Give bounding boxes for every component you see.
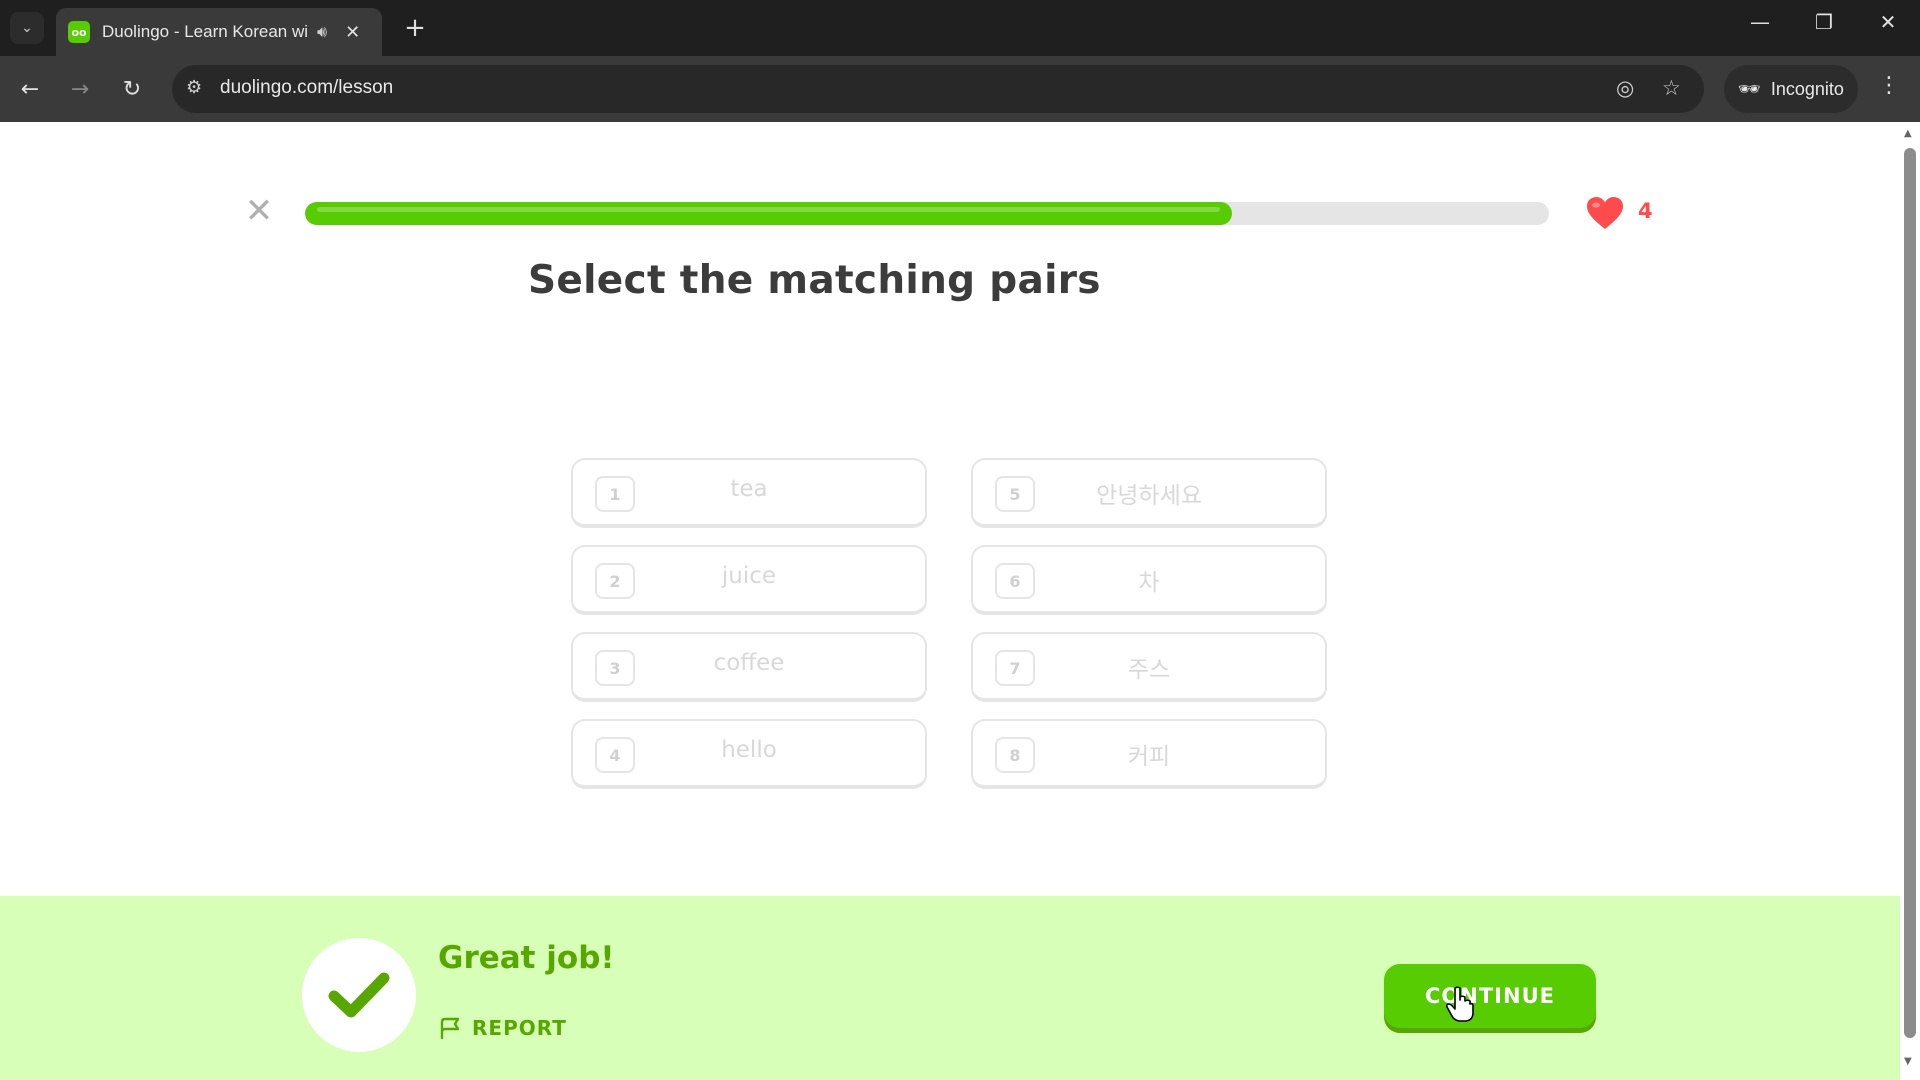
restore-button[interactable]: ❐: [1804, 10, 1844, 34]
pair-text: 차: [1138, 570, 1160, 596]
pair-number: 5: [995, 476, 1035, 512]
new-tab-button[interactable]: +: [398, 12, 432, 44]
eye-off-icon[interactable]: ◎: [1616, 76, 1634, 100]
pair-number: 4: [595, 737, 635, 773]
pair-text: 안녕하세요: [1096, 483, 1202, 509]
pair-text: tea: [730, 476, 768, 502]
pair-text: coffee: [713, 650, 785, 676]
tab-search-button[interactable]: ⌄: [10, 12, 44, 44]
pair-option-right-7[interactable]: 7 주스: [971, 632, 1327, 702]
reload-icon: ↻: [122, 76, 142, 102]
lesson-progress-bar: [305, 202, 1549, 225]
back-button[interactable]: ←: [14, 73, 46, 105]
browser-toolbar: ← → ↻ ⚙ duolingo.com/lesson ◎ ☆ 🕶︎ Incog…: [0, 56, 1920, 122]
scroll-down-icon[interactable]: ▼: [1904, 1056, 1912, 1067]
pair-option-right-8[interactable]: 8 커피: [971, 719, 1327, 789]
pair-option-left-2[interactable]: 2 juice: [571, 545, 927, 615]
forward-button[interactable]: →: [64, 73, 96, 105]
close-window-button[interactable]: ✕: [1868, 10, 1908, 34]
minimize-icon: —: [1750, 10, 1770, 34]
scrollbar-thumb[interactable]: [1904, 148, 1916, 1038]
plus-icon: +: [404, 13, 426, 43]
flag-icon: [440, 1017, 460, 1040]
hand-pointer-cursor-icon: [1446, 986, 1474, 1022]
pair-option-left-1[interactable]: 1 tea: [571, 458, 927, 528]
tab-title: Duolingo - Learn Korean wi: [102, 22, 307, 41]
pair-text: juice: [721, 563, 777, 589]
address-bar[interactable]: ⚙ duolingo.com/lesson ◎ ☆: [172, 65, 1704, 113]
pair-option-right-5[interactable]: 5 안녕하세요: [971, 458, 1327, 528]
report-button[interactable]: REPORT: [438, 1016, 567, 1040]
close-icon: ✕: [1879, 10, 1897, 34]
chevron-down-icon: ⌄: [21, 20, 33, 36]
restore-icon: ❐: [1815, 10, 1833, 34]
more-vertical-icon: ⋮: [1878, 73, 1900, 98]
pair-number: 2: [595, 563, 635, 599]
progress-shine: [317, 207, 1220, 212]
continue-button[interactable]: CONTINUE: [1384, 964, 1596, 1028]
browser-menu-button[interactable]: ⋮: [1876, 73, 1902, 98]
pair-text: hello: [721, 737, 777, 763]
browser-tab-bar: ⌄ oo Duolingo - Learn Korean wi 🔊︎ ✕ + —…: [0, 0, 1920, 56]
exercise-prompt: Select the matching pairs: [528, 258, 1101, 303]
pair-option-left-4[interactable]: 4 hello: [571, 719, 927, 789]
continue-label: CONTINUE: [1425, 984, 1555, 1008]
quit-lesson-button[interactable]: ✕: [244, 194, 274, 228]
reload-button[interactable]: ↻: [116, 73, 148, 105]
pair-number: 3: [595, 650, 635, 686]
report-label: REPORT: [472, 1016, 567, 1040]
star-icon[interactable]: ☆: [1662, 76, 1681, 100]
heart-icon: [1587, 197, 1623, 229]
hearts-count: 4: [1638, 199, 1653, 223]
scroll-up-icon[interactable]: ▲: [1904, 128, 1912, 139]
pair-number: 6: [995, 563, 1035, 599]
pair-number: 8: [995, 737, 1035, 773]
pair-number: 1: [595, 476, 635, 512]
pair-option-right-6[interactable]: 6 차: [971, 545, 1327, 615]
speaker-icon[interactable]: 🔊︎: [317, 22, 327, 42]
close-tab-icon[interactable]: ✕: [345, 22, 360, 43]
close-icon: ✕: [244, 191, 274, 231]
progress-fill: [305, 202, 1232, 225]
pair-option-left-3[interactable]: 3 coffee: [571, 632, 927, 702]
url-text[interactable]: duolingo.com/lesson: [220, 77, 393, 99]
feedback-title: Great job!: [438, 940, 615, 976]
browser-tab[interactable]: oo Duolingo - Learn Korean wi 🔊︎ ✕: [56, 8, 382, 56]
incognito-badge[interactable]: 🕶︎ Incognito: [1724, 65, 1858, 113]
arrow-right-icon: →: [70, 76, 90, 102]
pair-text: 커피: [1127, 744, 1171, 770]
incognito-label: Incognito: [1770, 78, 1844, 99]
duolingo-favicon-icon: oo: [68, 21, 90, 43]
arrow-left-icon: ←: [20, 76, 40, 102]
success-badge: [302, 938, 416, 1052]
minimize-button[interactable]: —: [1740, 10, 1780, 34]
incognito-icon: 🕶︎: [1738, 78, 1761, 99]
feedback-footer: [0, 896, 1900, 1080]
pair-text: 주스: [1127, 657, 1171, 683]
checkmark-icon: [328, 972, 390, 1018]
site-info-icon[interactable]: ⚙: [186, 77, 202, 98]
pair-number: 7: [995, 650, 1035, 686]
